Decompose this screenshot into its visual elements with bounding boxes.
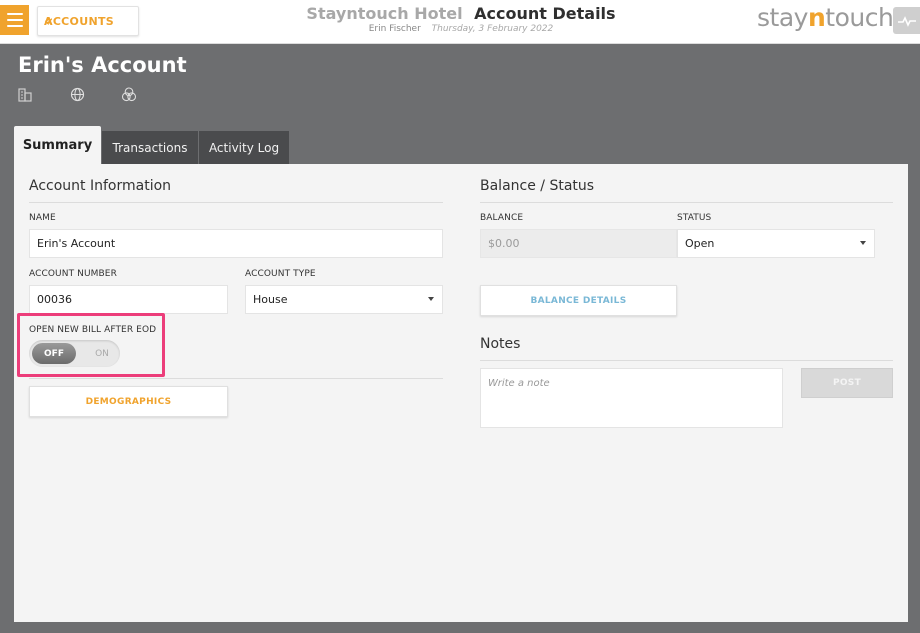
post-note-button[interactable]: POST (801, 368, 893, 398)
balance-details-button[interactable]: BALANCE DETAILS (480, 285, 677, 316)
back-to-accounts-button[interactable]: ‹‹ ACCOUNTS (37, 6, 139, 36)
stayntouch-logo: stayntouch (757, 3, 894, 32)
top-bar: ‹‹ ACCOUNTS Stayntouch Hotel Account Det… (0, 0, 920, 44)
account-number-input[interactable]: 00036 (29, 285, 228, 314)
building-icon[interactable] (17, 86, 33, 102)
account-icons (17, 86, 173, 102)
balance-label: BALANCE (480, 213, 524, 223)
menu-button[interactable] (0, 5, 29, 35)
account-name-input[interactable]: Erin's Account (29, 229, 443, 258)
divider (480, 360, 893, 361)
globe-icon[interactable] (69, 86, 85, 102)
hotel-name: Stayntouch Hotel (306, 4, 463, 23)
back-button-label: ACCOUNTS (44, 14, 114, 28)
divider (29, 378, 443, 379)
account-type-label: ACCOUNT TYPE (245, 269, 316, 279)
account-information-title: Account Information (29, 178, 172, 194)
divider (480, 202, 893, 203)
tab-summary[interactable]: Summary (14, 126, 101, 165)
balance-status-title: Balance / Status (480, 178, 595, 194)
account-title: Erin's Account (18, 53, 187, 77)
status-select[interactable]: Open (677, 229, 875, 258)
hamburger-icon (6, 13, 23, 27)
account-number-label: ACCOUNT NUMBER (29, 269, 117, 279)
divider (29, 202, 443, 203)
name-label: NAME (29, 213, 56, 223)
highlight-box (17, 313, 165, 377)
pulse-icon (897, 15, 916, 27)
balance-value: $0.00 (480, 229, 677, 258)
notes-title: Notes (480, 336, 521, 352)
caret-down-icon (860, 241, 866, 245)
demographics-button[interactable]: DEMOGRAPHICS (29, 386, 228, 417)
account-type-select[interactable]: House (245, 285, 443, 314)
summary-panel: Account Information NAME Erin's Account … (14, 164, 908, 622)
tab-activity-log[interactable]: Activity Log (199, 131, 289, 164)
status-label: STATUS (677, 213, 712, 223)
page-title: Account Details (474, 4, 616, 23)
activity-pulse-button[interactable] (893, 7, 920, 34)
tab-transactions[interactable]: Transactions (102, 131, 198, 164)
account-type-value: House (253, 293, 288, 306)
business-date: Thursday, 3 February 2022 (431, 24, 554, 34)
venn-circles-icon[interactable] (121, 86, 137, 102)
note-input[interactable]: Write a note (480, 368, 783, 428)
header-title-block: Stayntouch Hotel Account Details Erin Fi… (300, 4, 622, 34)
caret-down-icon (428, 297, 434, 301)
user-name: Erin Fischer (368, 24, 421, 34)
status-value: Open (685, 237, 715, 250)
